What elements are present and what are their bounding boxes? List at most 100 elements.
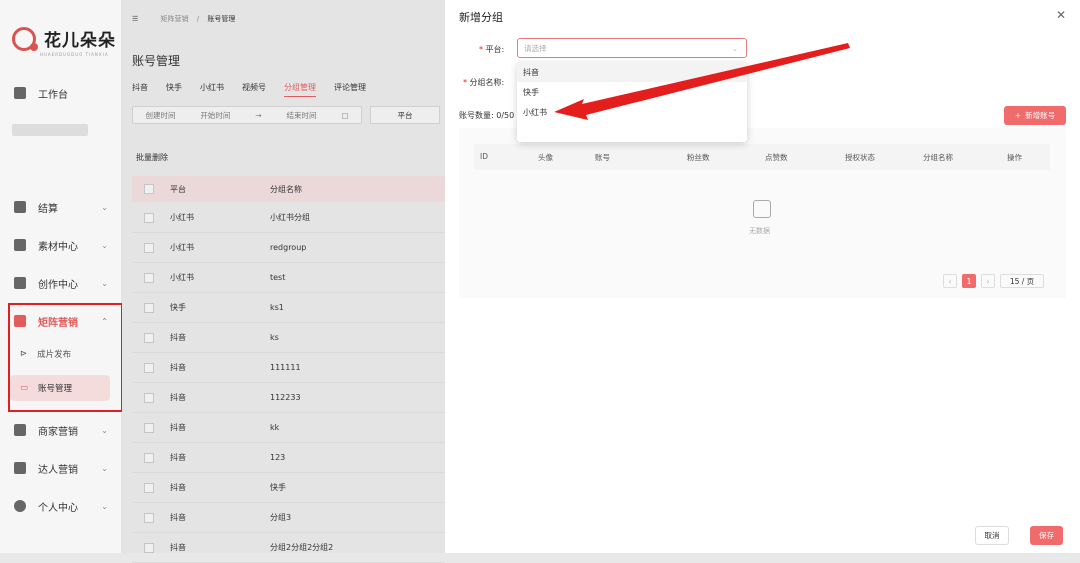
row-checkbox[interactable] [144,482,154,493]
sidebar-item-label: 商家营销 [38,426,78,438]
add-account-button[interactable]: + 新增账号 [1004,106,1066,125]
row-checkbox[interactable] [144,212,154,223]
table-row[interactable]: 抖音 123 [132,443,445,473]
table-row[interactable]: 抖音 kk [132,413,445,443]
chevron-down-icon: ⌄ [101,501,108,511]
sidebar-item-settlement[interactable]: 结算 ⌄ [0,192,122,222]
row-checkbox[interactable] [144,422,154,433]
table-row[interactable]: 抖音 快手 [132,473,445,503]
grid-icon [14,87,26,99]
table-row[interactable]: 小红书 小红书分组 [132,203,445,233]
sidebar-item-material[interactable]: 素材中心 ⌄ [0,230,122,260]
row-checkbox[interactable] [144,362,154,373]
platform-filter[interactable]: 平台 [370,106,440,124]
blurred-item [12,124,88,136]
platform-label: * 平台: [479,45,505,54]
pagination: ‹ 1 › 15 / 页 [943,274,1044,288]
col-auth-status: 授权状态 [845,153,875,162]
platform-select[interactable]: 请选择 ⌄ [517,38,747,58]
close-icon[interactable]: ✕ [1056,8,1066,22]
sidebar-item-workbench[interactable]: 工作台 [0,78,122,108]
sidebar-item-profile[interactable]: 个人中心 ⌄ [0,491,122,521]
breadcrumb: ☰ 矩阵营销 / 账号管理 [132,14,235,24]
table-row[interactable]: 抖音 ks [132,323,445,353]
plus-icon: + [1014,111,1022,120]
page-number[interactable]: 1 [962,274,976,288]
breadcrumb-sep: / [196,15,200,23]
sidebar-item-label: 结算 [38,203,58,215]
save-button[interactable]: 保存 [1030,526,1063,545]
account-count: 账号数量: 0/50 [459,111,515,120]
cell-group-name: 分组3 [270,513,292,522]
end-date-input[interactable]: 结束时间 [287,110,317,121]
cell-group-name: 快手 [270,483,286,492]
chevron-down-icon: ⌄ [101,463,108,473]
cell-platform: 小红书 [170,273,194,282]
tab-channels[interactable]: 视频号 [242,82,266,97]
table-row[interactable]: 抖音 112233 [132,383,445,413]
select-all-checkbox[interactable] [144,184,154,194]
cell-platform: 抖音 [170,423,186,432]
table-row[interactable]: 抖音 分组3 [132,503,445,533]
tab-kuaishou[interactable]: 快手 [166,82,182,97]
col-avatar: 头像 [538,153,553,162]
logo-text: 花儿朵朵 [44,31,116,51]
sidebar-item-label: 达人营销 [38,464,78,476]
tab-group-manage[interactable]: 分组管理 [284,82,316,97]
cell-platform: 快手 [170,303,186,312]
col-likes: 点赞数 [765,153,788,162]
col-platform: 平台 [170,184,186,194]
cell-group-name: 分组2分组2分组2 [270,543,334,552]
tab-comments[interactable]: 评论管理 [334,82,366,97]
page-size-select[interactable]: 15 / 页 [1000,274,1044,288]
menu-toggle-icon[interactable]: ☰ [132,15,138,23]
col-actions: 操作 [1007,153,1022,162]
prev-page-icon[interactable]: ‹ [943,274,957,288]
table-row[interactable]: 抖音 分组2分组2分组2 [132,533,445,563]
cell-group-name: 112233 [270,393,301,402]
row-checkbox[interactable] [144,512,154,523]
select-placeholder: 请选择 [524,43,547,53]
sidebar-item-label: 工作台 [38,89,68,101]
option-xiaohongshu[interactable]: 小红书 [517,102,747,122]
batch-delete-button[interactable]: 批量删除 [136,152,168,163]
table-row[interactable]: 小红书 test [132,263,445,293]
table-row[interactable]: 快手 ks1 [132,293,445,323]
cell-group-name: ks [270,333,279,342]
date-range-filter[interactable]: 创建时间 开始时间 → 结束时间 ▢ [132,106,362,124]
logo: 花儿朵朵 [12,26,116,51]
sidebar-item-influencer[interactable]: 达人营销 ⌄ [0,453,122,483]
sidebar-item-creation[interactable]: 创作中心 ⌄ [0,268,122,298]
breadcrumb-parent[interactable]: 矩阵营销 [161,15,189,23]
empty-inbox-icon [753,200,771,218]
col-group-name: 分组名称 [270,184,302,194]
sidebar-item-label: 创作中心 [38,279,78,291]
main-content: ☰ 矩阵营销 / 账号管理 账号管理 抖音 快手 小红书 视频号 分组管理 评论… [122,0,445,563]
row-checkbox[interactable] [144,452,154,463]
option-douyin[interactable]: 抖音 [517,62,747,82]
table-row[interactable]: 抖音 111111 [132,353,445,383]
folder-icon [14,239,26,251]
sidebar-item-label: 素材中心 [38,241,78,253]
clapper-icon [14,277,26,289]
row-checkbox[interactable] [144,392,154,403]
table-row[interactable]: 小红书 redgroup [132,233,445,263]
cell-platform: 抖音 [170,333,186,342]
start-date-input[interactable]: 开始时间 [200,110,230,121]
cancel-button[interactable]: 取消 [975,526,1009,545]
range-arrow: → [255,110,262,120]
option-kuaishou[interactable]: 快手 [517,82,747,102]
row-checkbox[interactable] [144,542,154,553]
filter-label: 创建时间 [145,110,176,120]
row-checkbox[interactable] [144,302,154,313]
row-checkbox[interactable] [144,242,154,253]
tab-douyin[interactable]: 抖音 [132,82,148,97]
cell-platform: 小红书 [170,213,194,222]
row-checkbox[interactable] [144,332,154,343]
tab-xiaohongshu[interactable]: 小红书 [200,82,224,97]
next-page-icon[interactable]: › [981,274,995,288]
sidebar-item-merchant[interactable]: 商家营销 ⌄ [0,415,122,445]
accounts-table-header: ID 头像 账号 粉丝数 点赞数 授权状态 分组名称 操作 [474,144,1050,170]
row-checkbox[interactable] [144,272,154,283]
page-title: 账号管理 [132,54,181,68]
